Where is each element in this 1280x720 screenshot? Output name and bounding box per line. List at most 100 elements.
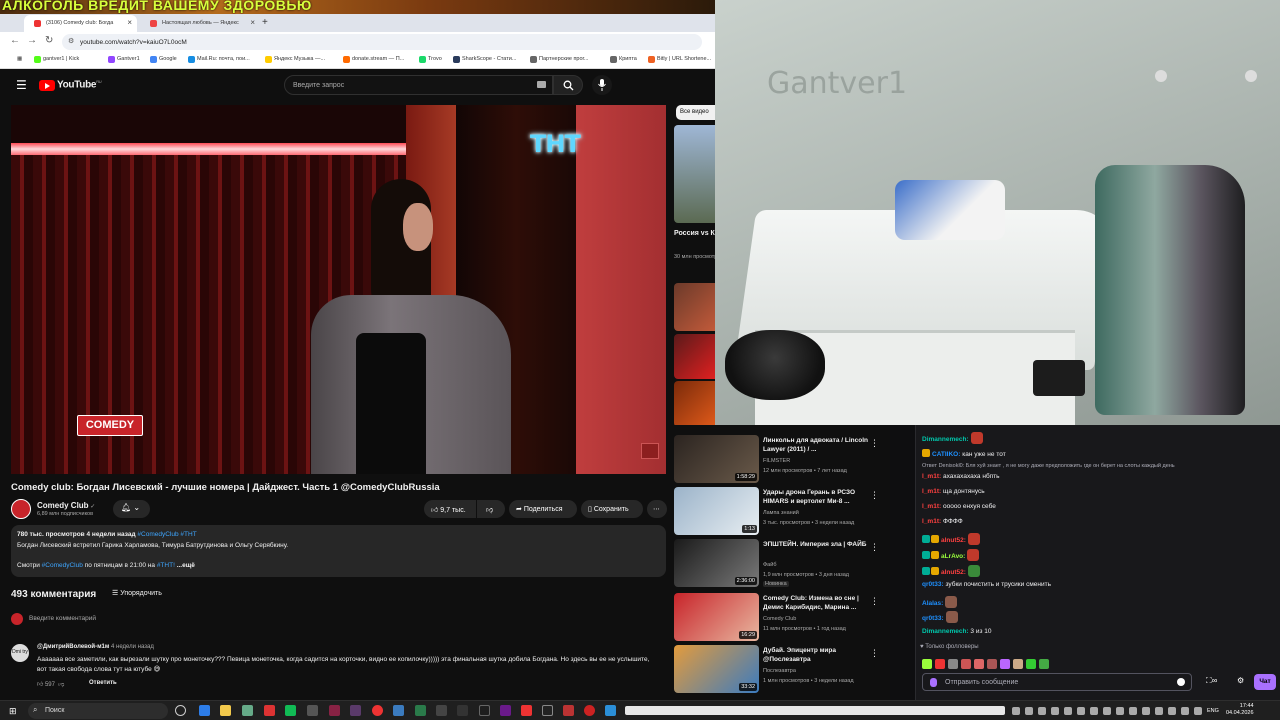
bookmark-item[interactable]: donate.stream — П... — [343, 56, 404, 63]
chat-input[interactable]: Отправить сообщение — [922, 673, 1192, 691]
chat-send-button[interactable]: Чат — [1254, 674, 1276, 690]
tray-icon[interactable] — [1116, 707, 1124, 715]
windows-start-icon[interactable]: ⊞ — [9, 706, 17, 717]
forward-icon[interactable]: → — [27, 35, 37, 46]
taskbar-search[interactable]: ⌕ Поиск — [28, 703, 168, 719]
commenter-avatar[interactable]: Dmi try — [11, 644, 29, 662]
apps-icon[interactable]: ▦ — [8, 56, 22, 62]
app-icon[interactable] — [242, 705, 253, 716]
yandex-icon[interactable] — [521, 705, 532, 716]
language-indicator[interactable]: ENG — [1207, 708, 1219, 714]
chat-message[interactable]: l_m1t: ща донтянусь — [922, 488, 985, 495]
reload-icon[interactable]: ↻ — [45, 35, 53, 46]
related-thumbnail[interactable]: 33:32 — [674, 645, 759, 693]
tray-icon[interactable] — [1181, 707, 1189, 715]
tray-icon[interactable] — [1090, 707, 1098, 715]
search-button[interactable] — [553, 75, 583, 95]
app-icon[interactable] — [415, 705, 426, 716]
comment-author[interactable]: @ДмитрийВолевой-м1м 4 недели назад — [37, 644, 154, 650]
related-channel[interactable]: Послезавтра — [763, 668, 796, 674]
related-thumbnail[interactable] — [674, 125, 715, 223]
chat-message[interactable]: qr0t33: — [922, 611, 958, 623]
chat-message[interactable]: Dimannemech: 3 из 10 — [922, 628, 992, 635]
keyboard-icon[interactable] — [537, 81, 546, 88]
video-player[interactable]: ТНТ COMEDY — [11, 105, 666, 474]
comment-input[interactable]: Введите комментарий — [29, 615, 96, 622]
chat-message[interactable]: alnut52: — [922, 565, 980, 577]
app-icon[interactable] — [500, 705, 511, 716]
emote-picker-icon[interactable] — [1177, 678, 1185, 686]
description-box[interactable]: 780 тыс. просмотров 4 недели назад #Come… — [11, 525, 666, 577]
share-button[interactable]: ➦ Поделиться — [509, 500, 577, 518]
related-thumbnail[interactable]: 16:29 — [674, 593, 759, 641]
tab-youtube[interactable]: (3106) Comedy club: Богда × — [24, 15, 137, 32]
bookmark-item[interactable]: Партнерские прог... — [530, 56, 588, 63]
clock[interactable]: 17:44 04.04.2026 — [1226, 703, 1254, 717]
youtube-logo-icon[interactable] — [39, 80, 55, 91]
tray-icon[interactable] — [1194, 707, 1202, 715]
like-button[interactable]: 👍︎ 9,7 тыс. — [424, 500, 476, 518]
chat-message[interactable]: CATIIKO: кан уже не тот — [922, 449, 1006, 458]
search-input[interactable]: Введите запрос — [284, 75, 553, 95]
chrome-icon[interactable] — [372, 705, 383, 716]
app-icon[interactable] — [264, 705, 275, 716]
app-icon[interactable] — [605, 705, 616, 716]
bookmark-item[interactable]: Gantver1 — [108, 56, 140, 63]
more-actions-button[interactable]: ⋯ — [647, 500, 667, 518]
chat-message[interactable]: Alalas: — [922, 596, 958, 608]
tray-icon[interactable] — [1038, 707, 1046, 715]
tray-icon[interactable] — [1168, 707, 1176, 715]
chat-message[interactable]: l_m1t: ахахахахаха нбпть — [922, 473, 1000, 480]
related-video[interactable]: 33:32 Дубай. Эпицентр мира @Послезавтра … — [674, 645, 890, 695]
more-icon[interactable]: ⋮ — [870, 596, 879, 607]
channel-name[interactable]: Comedy Club — [37, 501, 95, 510]
settings-icon[interactable]: ⚙ — [1237, 676, 1244, 685]
app-icon[interactable] — [436, 705, 447, 716]
new-tab-icon[interactable]: + — [262, 17, 268, 28]
menu-icon[interactable]: ☰ — [16, 78, 27, 92]
tray-icon[interactable] — [1142, 707, 1150, 715]
tab-yandex[interactable]: Настоящая любовь — Яндекс × — [140, 15, 260, 32]
app-icon[interactable] — [350, 705, 361, 716]
app-icon[interactable] — [285, 705, 296, 716]
related-title[interactable]: Дубай. Эпицентр мира @Послезавтра — [763, 646, 875, 664]
chat-message[interactable]: l_m1t: ФФФФ — [922, 518, 963, 525]
more-icon[interactable]: ⋮ — [870, 648, 879, 659]
related-channel[interactable]: Comedy Club — [763, 616, 796, 622]
tray-icon[interactable] — [1012, 707, 1020, 715]
more-icon[interactable]: ⋮ — [870, 490, 879, 501]
app-icon[interactable] — [563, 705, 574, 716]
close-icon[interactable]: × — [250, 18, 255, 27]
bookmark-item[interactable]: SharkScope - Стати... — [453, 56, 516, 63]
show-more-link[interactable]: ...ещё — [177, 562, 195, 569]
bookmark-item[interactable]: Google — [150, 56, 177, 63]
dislike-button[interactable]: 👎︎ — [477, 500, 505, 518]
bookmark-item[interactable]: gantver1 | Kick — [34, 56, 79, 63]
youtube-logo[interactable]: YouTubeRU — [57, 79, 102, 90]
comment-like-button[interactable]: 👍︎ 597 👎︎ — [37, 680, 64, 688]
url-field[interactable]: ⚙ youtube.com/watch?v=kaiuO7L0ocM — [62, 34, 702, 50]
related-video[interactable]: 1:58:29 Линкольн для адвоката / Lincoln … — [674, 435, 890, 485]
tray-icon[interactable] — [1051, 707, 1059, 715]
related-video[interactable]: 1:13 Удары дрона Герань в РСЗО HIMARS и … — [674, 487, 890, 537]
more-icon[interactable]: ⋮ — [870, 438, 879, 449]
sort-comments-button[interactable]: ☰ Упорядочить — [112, 589, 162, 597]
channel-avatar[interactable] — [11, 499, 31, 519]
close-icon[interactable]: × — [127, 18, 132, 27]
tray-icon[interactable] — [1155, 707, 1163, 715]
tray-icon[interactable] — [1077, 707, 1085, 715]
bookmark-item[interactable]: Яндекс Музыка —... — [265, 56, 325, 63]
channel-watermark[interactable] — [641, 443, 659, 459]
related-thumbnail[interactable]: 2:36:00 — [674, 539, 759, 587]
voice-search-button[interactable] — [592, 75, 612, 95]
bookmark-item[interactable]: Trovo — [419, 56, 442, 63]
related-title[interactable]: ЭПШТЕЙН. Империя зла | ФАЙБ — [763, 540, 875, 549]
bookmark-item[interactable]: Mail.Ru: почта, пои... — [188, 56, 250, 63]
related-title[interactable]: Удары дрона Герань в РСЗО HIMARS и верто… — [763, 488, 875, 506]
app-icon[interactable] — [457, 705, 468, 716]
app-icon[interactable] — [199, 705, 210, 716]
chat-message[interactable]: qr0t33: зубки почистить и трусики сменит… — [922, 581, 1051, 588]
related-thumbnail[interactable]: 1:58:29 — [674, 435, 759, 483]
tray-icon[interactable] — [1025, 707, 1033, 715]
chat-message[interactable]: aLrAvo: — [922, 549, 980, 561]
